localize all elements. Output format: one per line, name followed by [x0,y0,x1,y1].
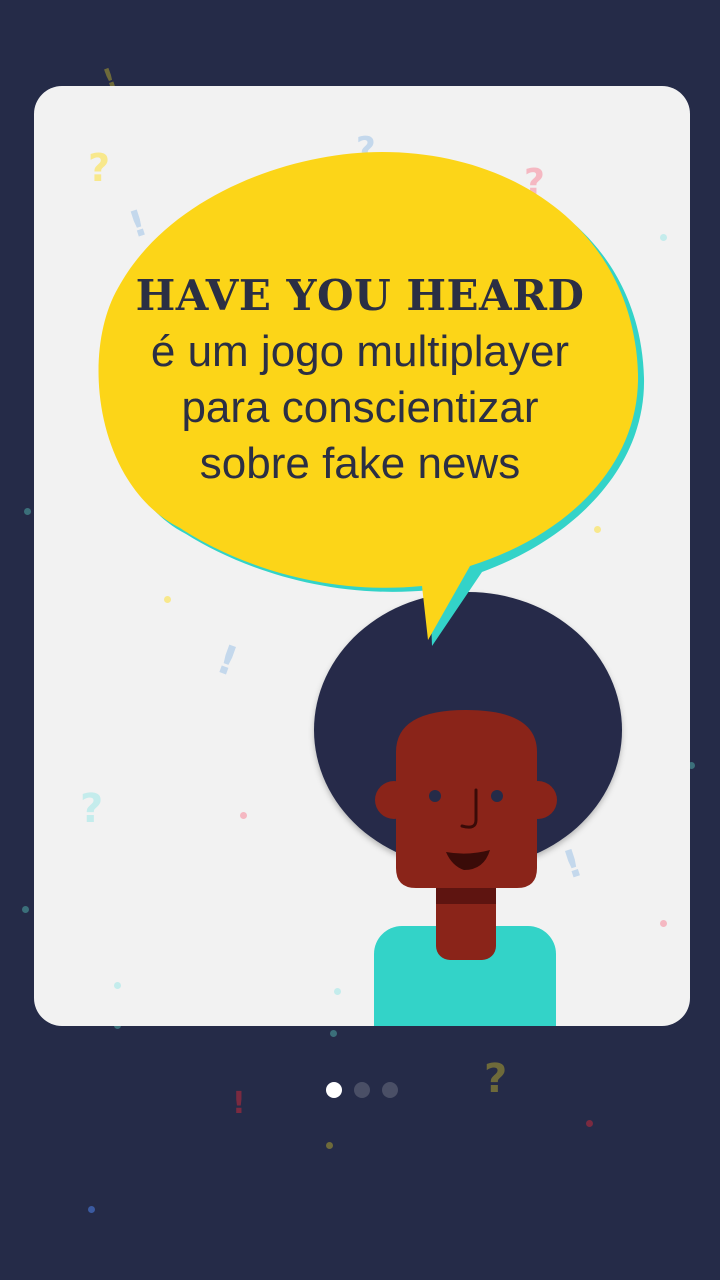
confetti-exclamation-icon: ! [557,840,588,888]
confetti-dot [164,596,171,603]
confetti-exclamation-icon: ! [124,202,153,247]
page-dot-active[interactable] [326,1082,342,1098]
confetti-exclamation-icon: ! [210,636,244,686]
speech-bubble-text: HAVE YOU HEARD é um jogo multiplayer par… [100,268,620,492]
confetti-dot [330,1030,337,1037]
confetti-question-icon: ? [356,130,376,170]
confetti-dot [334,988,341,995]
confetti-dot [660,920,667,927]
confetti-question-icon: ? [88,146,111,190]
slide-description-line: é um jogo multiplayer [150,327,570,376]
slide-title: HAVE YOU HEARD [135,271,585,320]
confetti-question-icon: ? [484,1056,508,1102]
confetti-exclamation-icon: ! [232,1086,246,1121]
onboarding-card: ? ? ? ! ! ? ! [34,86,690,1026]
confetti-dot [594,526,601,533]
confetti-dot [88,1206,95,1213]
confetti-dot [240,812,247,819]
page-indicator [326,1082,398,1098]
page-dot[interactable] [354,1082,370,1098]
page-dot[interactable] [382,1082,398,1098]
confetti-dot [22,906,29,913]
confetti-dot [24,508,31,515]
confetti-question-icon: ? [80,786,104,832]
slide-description-line: sobre fake news [199,439,521,488]
confetti-dot [326,1142,333,1149]
slide-description-line: para conscientizar [181,383,539,432]
confetti-dot [586,1120,593,1127]
confetti-dot [114,982,121,989]
confetti-dot [660,234,667,241]
confetti-question-icon: ? [524,162,545,203]
